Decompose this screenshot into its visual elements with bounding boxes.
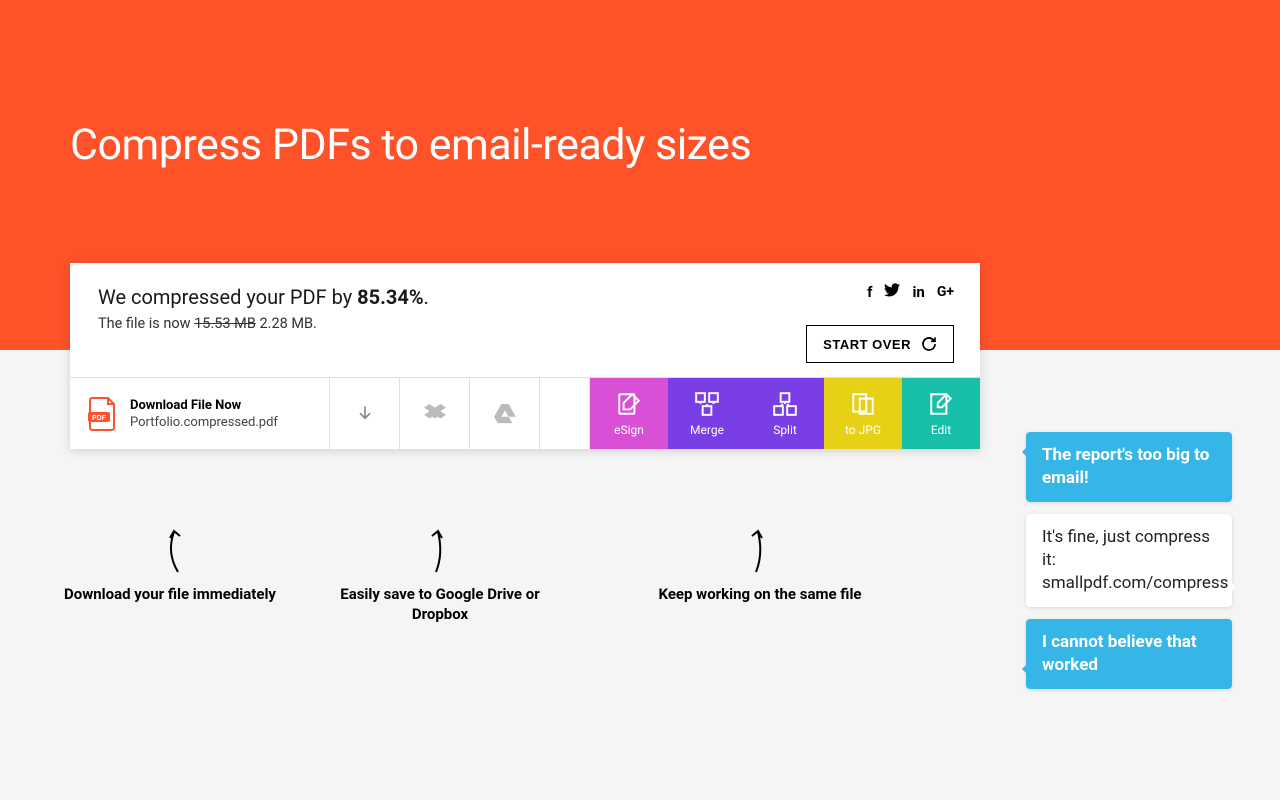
svg-text:PDF: PDF	[92, 415, 107, 422]
googledrive-icon	[494, 404, 516, 424]
tool-edit-label: Edit	[931, 423, 951, 437]
tojpg-icon	[850, 391, 876, 417]
refresh-icon	[921, 336, 937, 352]
annotation-cloud-text: Easily save to Google Drive or Dropbox	[330, 584, 550, 625]
social-share: f in G+	[867, 283, 954, 301]
summary-prefix: We compressed your PDF by	[98, 285, 357, 309]
linkedin-icon[interactable]: in	[912, 283, 924, 301]
annotation-download: Download your file immediately	[60, 528, 280, 604]
googledrive-button[interactable]	[470, 378, 540, 449]
esign-icon	[616, 391, 642, 417]
dropbox-button[interactable]	[400, 378, 470, 449]
download-arrow-button[interactable]	[330, 378, 400, 449]
twitter-icon[interactable]	[884, 283, 900, 301]
tool-edit[interactable]: Edit	[902, 378, 980, 449]
tool-merge-label: Merge	[690, 423, 724, 437]
summary-suffix: .	[424, 285, 429, 309]
compression-summary: We compressed your PDF by 85.34%.	[98, 285, 952, 309]
dropbox-icon	[424, 404, 446, 424]
chat-msg-3: I cannot believe that worked	[1026, 619, 1232, 689]
facebook-icon[interactable]: f	[867, 283, 872, 301]
action-toolbar: PDF Download File Now Portfolio.compress…	[70, 377, 980, 449]
size-prefix: The file is now	[98, 315, 194, 332]
download-text: Download File Now Portfolio.compressed.p…	[130, 398, 278, 430]
arrow-icon	[150, 528, 190, 576]
start-over-button[interactable]: START OVER	[806, 325, 954, 363]
tool-tojpg[interactable]: to JPG	[824, 378, 902, 449]
size-old: 15.53 MB	[194, 315, 256, 332]
download-file-button[interactable]: PDF Download File Now Portfolio.compress…	[70, 378, 330, 449]
toolbar-spacer	[540, 378, 590, 449]
chat-conversation: The report's too big to email! It's fine…	[1026, 432, 1232, 701]
googleplus-icon[interactable]: G+	[937, 284, 954, 300]
annotation-cloud: Easily save to Google Drive or Dropbox	[330, 528, 550, 625]
annotation-tools: Keep working on the same file	[650, 528, 870, 604]
pdf-file-icon: PDF	[88, 396, 118, 432]
arrow-icon	[420, 528, 460, 576]
result-panel: We compressed your PDF by 85.34%. The fi…	[70, 263, 980, 449]
merge-icon	[694, 391, 720, 417]
tool-tojpg-label: to JPG	[845, 423, 881, 437]
summary-percent: 85.34%	[357, 285, 423, 309]
arrow-icon	[740, 528, 780, 576]
download-filename: Portfolio.compressed.pdf	[130, 415, 278, 430]
annotation-download-text: Download your file immediately	[60, 584, 280, 604]
tool-esign-label: eSign	[614, 423, 644, 437]
tool-esign[interactable]: eSign	[590, 378, 668, 449]
size-new: 2.28 MB	[259, 315, 313, 332]
chat-msg-2: It's fine, just compress it: smallpdf.co…	[1026, 514, 1232, 607]
panel-header: We compressed your PDF by 85.34%. The fi…	[70, 263, 980, 377]
tool-split[interactable]: Split	[746, 378, 824, 449]
start-over-label: START OVER	[823, 337, 911, 352]
split-icon	[772, 391, 798, 417]
tool-split-label: Split	[773, 423, 797, 437]
annotation-tools-text: Keep working on the same file	[650, 584, 870, 604]
hero-title: Compress PDFs to email-ready sizes	[70, 120, 751, 170]
download-icon	[355, 404, 375, 424]
download-title: Download File Now	[130, 398, 278, 413]
size-suffix: .	[313, 315, 317, 332]
edit-icon	[928, 391, 954, 417]
tool-merge[interactable]: Merge	[668, 378, 746, 449]
chat-msg-1: The report's too big to email!	[1026, 432, 1232, 502]
